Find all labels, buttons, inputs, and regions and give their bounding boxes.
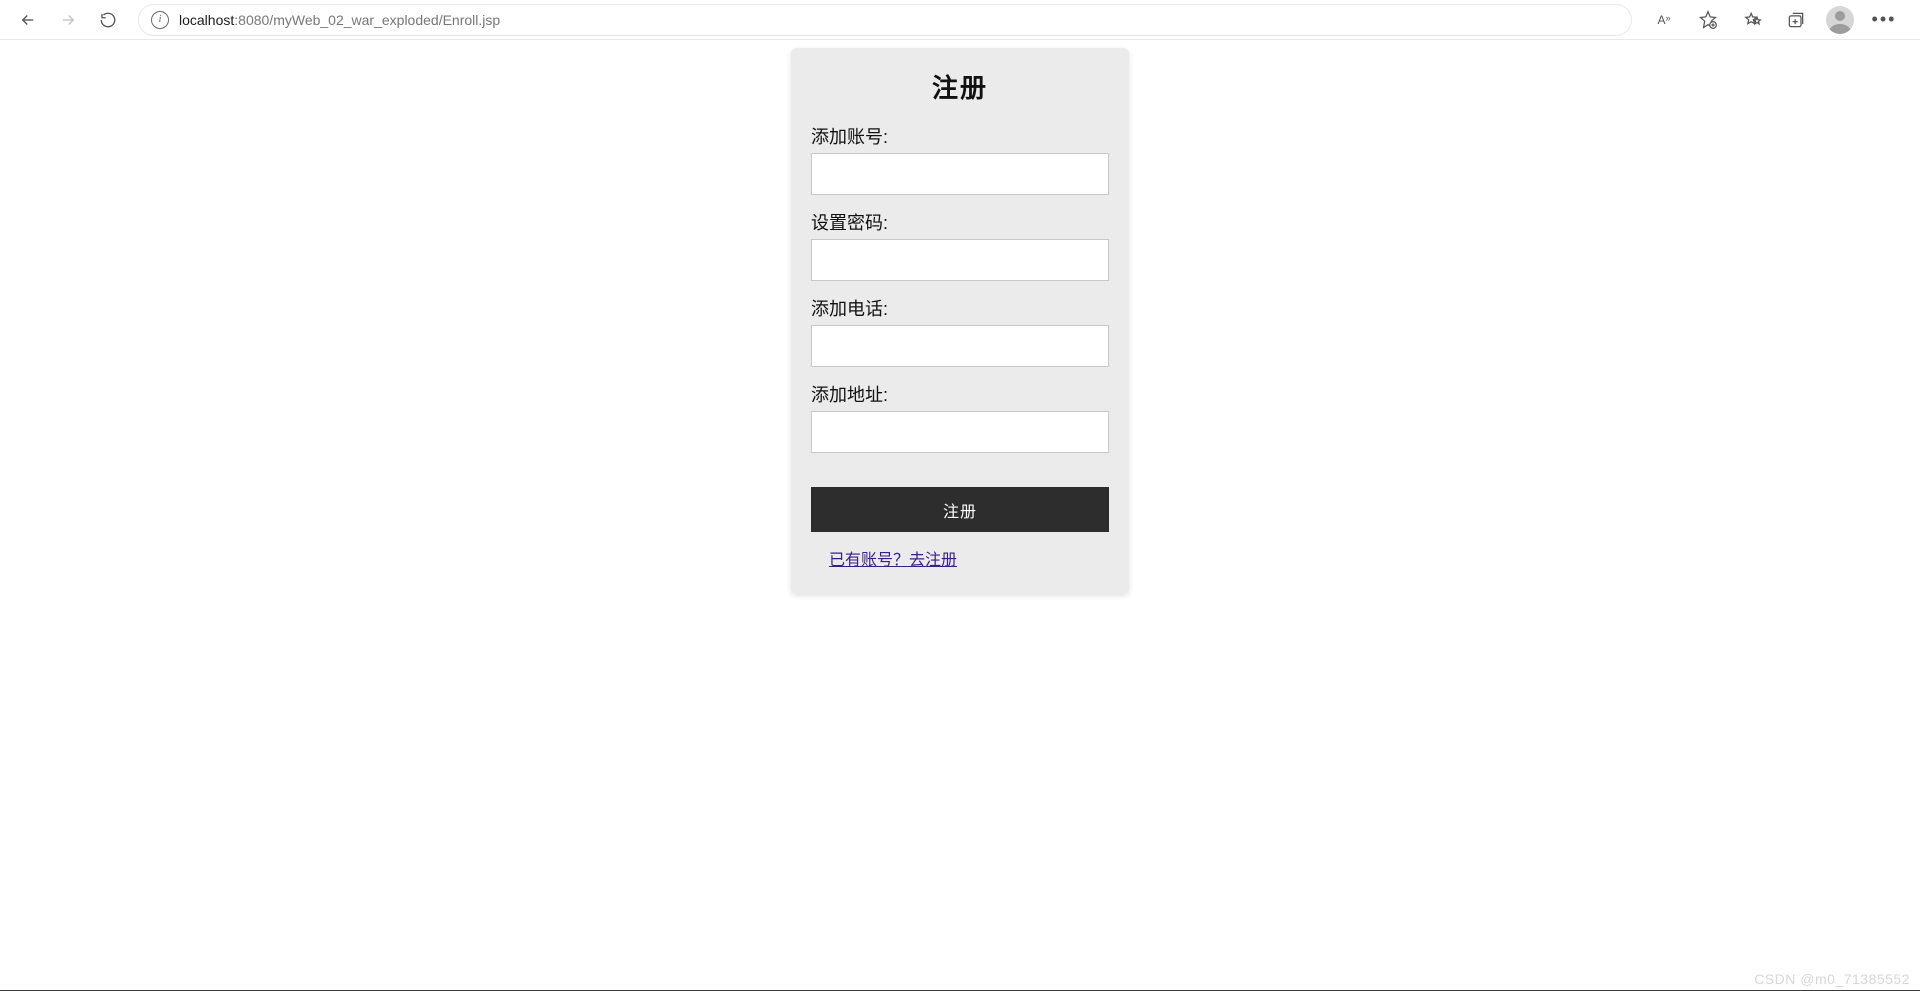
forward-button[interactable] — [50, 2, 86, 38]
site-info-icon[interactable]: i — [151, 11, 169, 29]
back-button[interactable] — [10, 2, 46, 38]
login-link[interactable]: 已有账号？去注册 — [829, 546, 1109, 570]
address-label: 添加地址: — [811, 381, 1109, 407]
browser-toolbar: i localhost:8080/myWeb_02_war_exploded/E… — [0, 0, 1920, 40]
avatar-icon — [1826, 6, 1854, 34]
account-label: 添加账号: — [811, 123, 1109, 149]
register-card: 注册 添加账号: 设置密码: 添加电话: 添加地址: 注册 已有账号？去注册 — [791, 48, 1129, 594]
toolbar-right: A» ••• — [1644, 2, 1910, 38]
address-bar[interactable]: i localhost:8080/myWeb_02_war_exploded/E… — [138, 4, 1632, 36]
collections-icon[interactable] — [1776, 2, 1816, 38]
password-label: 设置密码: — [811, 209, 1109, 235]
register-button[interactable]: 注册 — [811, 487, 1109, 532]
phone-label: 添加电话: — [811, 295, 1109, 321]
favorites-icon[interactable] — [1732, 2, 1772, 38]
password-field: 设置密码: — [811, 209, 1109, 281]
address-field: 添加地址: — [811, 381, 1109, 453]
form-title: 注册 — [811, 68, 1109, 105]
account-field: 添加账号: — [811, 123, 1109, 195]
address-input[interactable] — [811, 411, 1109, 453]
watermark-text: CSDN @m0_71385552 — [1754, 971, 1910, 987]
star-add-favorite-icon[interactable] — [1688, 2, 1728, 38]
url-text: localhost:8080/myWeb_02_war_exploded/Enr… — [179, 12, 500, 28]
account-input[interactable] — [811, 153, 1109, 195]
password-input[interactable] — [811, 239, 1109, 281]
page-content: 注册 添加账号: 设置密码: 添加电话: 添加地址: 注册 已有账号？去注册 C… — [0, 40, 1920, 991]
more-menu-icon[interactable]: ••• — [1864, 2, 1904, 38]
profile-avatar[interactable] — [1820, 2, 1860, 38]
read-aloud-icon[interactable]: A» — [1644, 2, 1684, 38]
phone-input[interactable] — [811, 325, 1109, 367]
phone-field: 添加电话: — [811, 295, 1109, 367]
reload-button[interactable] — [90, 2, 126, 38]
